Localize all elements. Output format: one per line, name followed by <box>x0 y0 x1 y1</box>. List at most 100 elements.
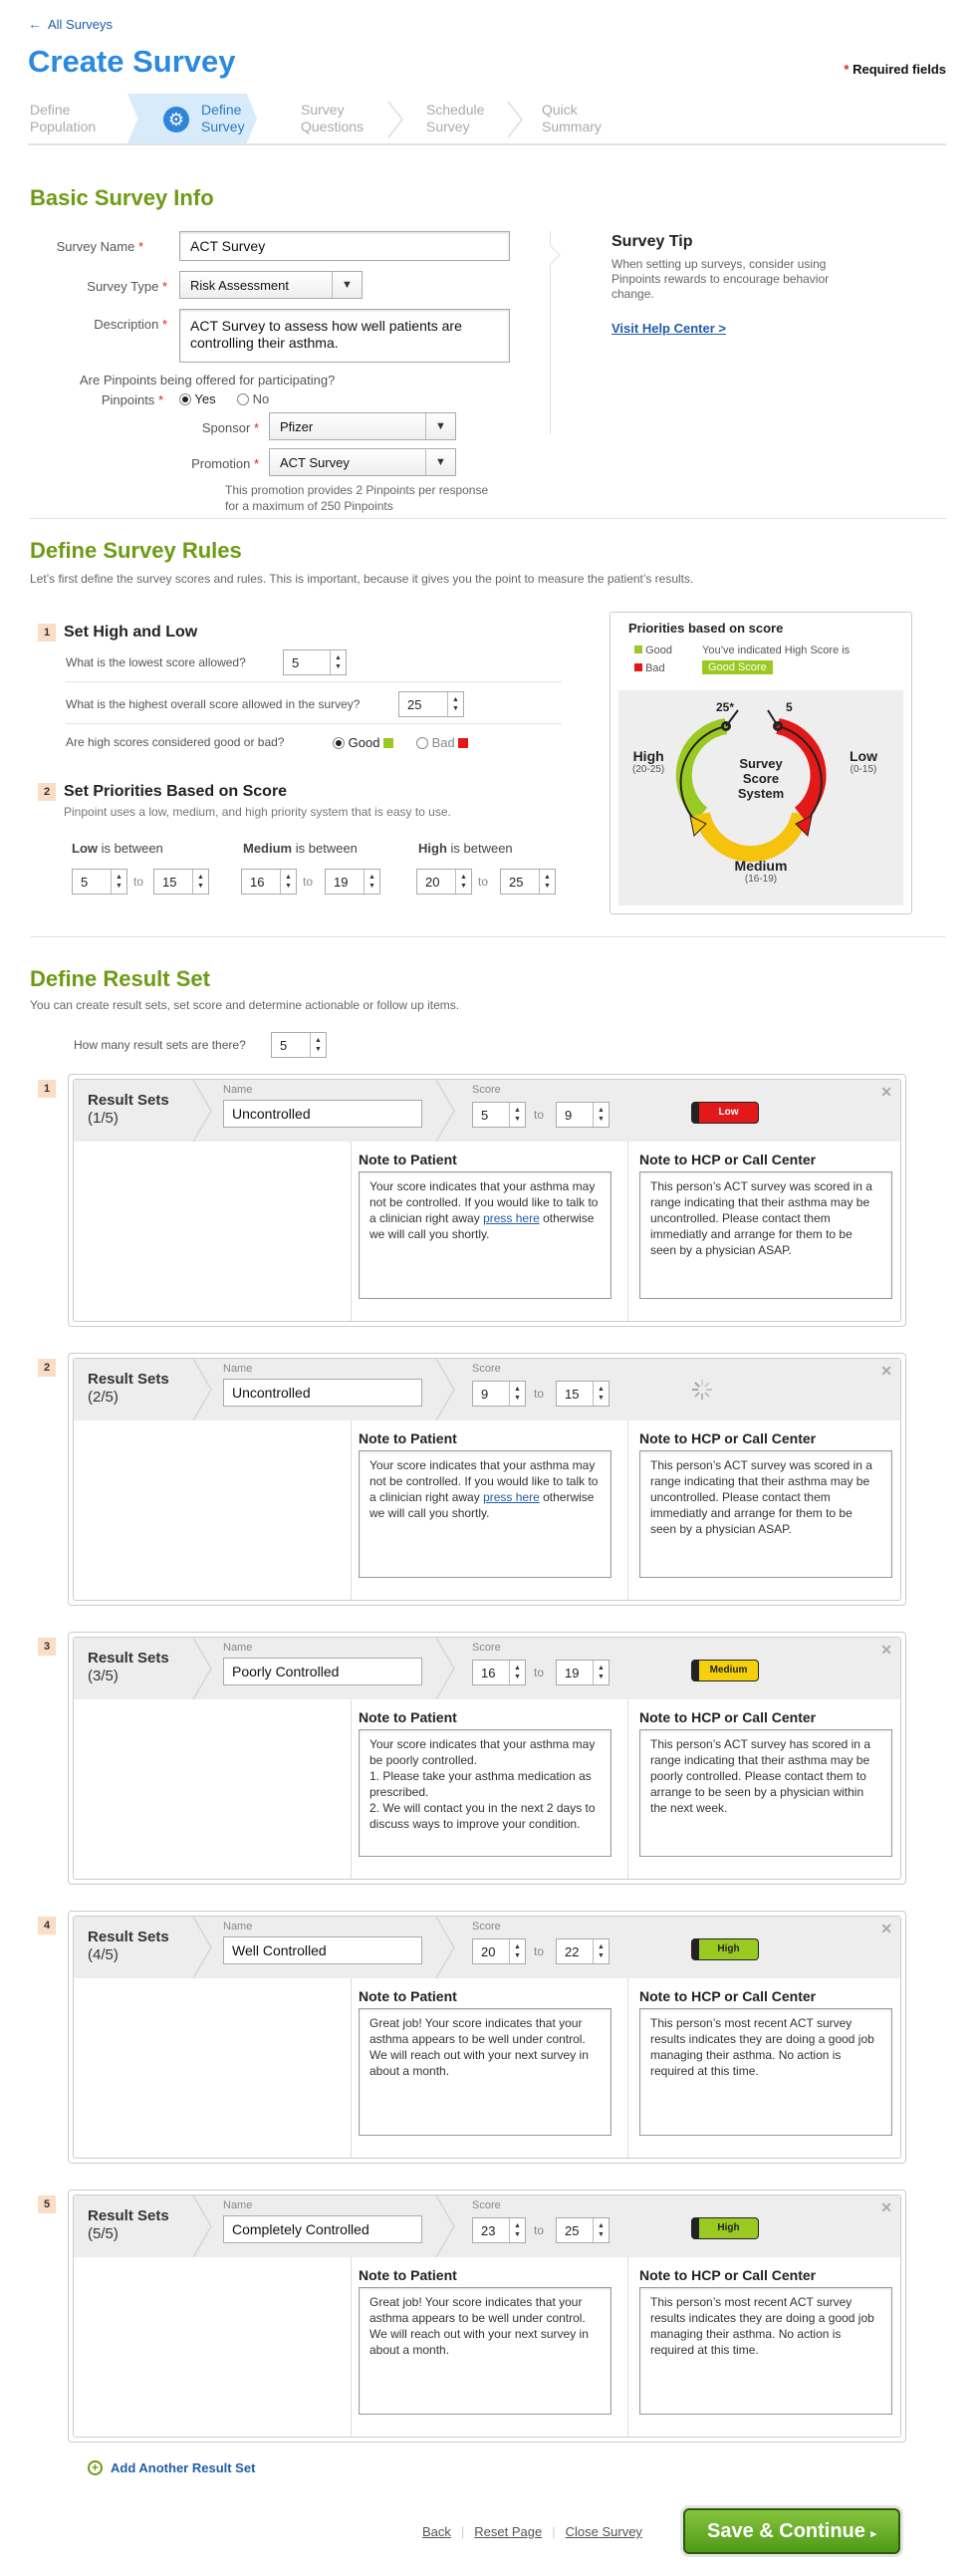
medium-range-label: Medium is between <box>243 841 358 856</box>
stepper-arrows-icon: ▲ ▼ <box>509 1382 525 1406</box>
ring-top-left-label: 25* <box>716 700 735 714</box>
result-set-card: Result Sets (5/5) Name Completely Controlle… <box>68 2190 906 2443</box>
hcp-note-textarea[interactable]: This person’s most recent ACT survey res… <box>639 2287 892 2415</box>
score-to-stepper[interactable]: 9 ▲ ▼ <box>556 1102 610 1128</box>
result-set-number: 1 <box>38 1080 56 1098</box>
press-here-link[interactable]: press here <box>483 1211 540 1225</box>
priority-badge: Low <box>691 1102 759 1124</box>
visit-help-center-link[interactable]: Visit Help Center > <box>611 321 726 336</box>
note-to-hcp-heading: Note to HCP or Call Center <box>639 1152 817 1167</box>
score-from-stepper[interactable]: 9 ▲ ▼ <box>472 1381 526 1407</box>
result-set-name-input[interactable]: Completely Controlled <box>223 2215 422 2243</box>
result-set-header: Result Sets (3/5) Name Poorly Controlled Sco… <box>74 1638 900 1699</box>
column-divider <box>627 1699 628 1879</box>
lowest-score-question: What is the lowest score allowed? <box>66 655 246 669</box>
stepper-arrows-icon: ▲ ▼ <box>455 870 471 894</box>
reset-page-link[interactable]: Reset Page <box>474 2524 542 2539</box>
required-fields-note: * Required fields <box>844 62 946 77</box>
all-surveys-link[interactable]: ← All Surveys <box>28 16 113 32</box>
patient-note-textarea[interactable]: Your score indicates that your asthma ma… <box>359 1729 611 1857</box>
result-set-header: Result Sets (2/5) Name Uncontrolled Score 9 ▲ ▼… <box>74 1359 900 1420</box>
score-to-stepper[interactable]: 25 ▲ ▼ <box>556 2217 610 2243</box>
step-define-survey[interactable]: ⚙ Define Survey <box>127 94 257 143</box>
patient-note-textarea[interactable]: Your score indicates that your asthma ma… <box>359 1171 611 1299</box>
hcp-note-textarea[interactable]: This person’s ACT survey was scored in a… <box>639 1171 892 1299</box>
score-field-label: Score <box>472 1363 501 1375</box>
hcp-note-textarea[interactable]: This person’s most recent ACT survey res… <box>639 2008 892 2136</box>
result-set-card: Result Sets (2/5) Name Uncontrolled Score 9 ▲ ▼… <box>68 1353 906 1606</box>
low-from-stepper[interactable]: 5 ▲ ▼ <box>72 869 127 895</box>
survey-name-input[interactable]: ACT Survey <box>179 231 510 261</box>
result-set-number: 5 <box>38 2195 56 2213</box>
result-set-name-input[interactable]: Poorly Controlled <box>223 1658 422 1685</box>
hcp-note-textarea[interactable]: This person’s ACT survey has scored in a… <box>639 1729 892 1857</box>
result-set-fraction: (3/5) <box>88 1668 119 1684</box>
add-result-set-link[interactable]: + Add Another Result Set <box>88 2460 255 2475</box>
column-divider <box>351 1699 352 1879</box>
description-textarea[interactable]: ACT Survey to assess how well patients a… <box>179 309 510 363</box>
close-icon[interactable]: ✕ <box>880 1921 892 1937</box>
bad-radio[interactable]: Bad <box>416 735 469 750</box>
result-set-fraction: (5/5) <box>88 2225 119 2242</box>
back-link[interactable]: Back <box>422 2524 451 2539</box>
result-count-stepper[interactable]: 5 ▲ ▼ <box>271 1032 327 1058</box>
to-label: to <box>133 875 144 889</box>
name-field-label: Name <box>223 1084 253 1096</box>
close-icon[interactable]: ✕ <box>880 1084 892 1101</box>
header-chevron-icon <box>192 1638 212 1699</box>
score-field-label: Score <box>472 1084 501 1096</box>
score-field-label: Score <box>472 1921 501 1932</box>
close-icon[interactable]: ✕ <box>880 2199 892 2216</box>
highest-score-stepper[interactable]: 25 ▲ ▼ <box>398 691 464 717</box>
promotion-select[interactable]: ACT Survey ▼ <box>269 448 456 476</box>
sponsor-select[interactable]: Pfizer ▼ <box>269 412 456 440</box>
result-set-name-input[interactable]: Uncontrolled <box>223 1379 422 1407</box>
medium-from-stepper[interactable]: 16 ▲ ▼ <box>241 869 297 895</box>
close-icon[interactable]: ✕ <box>880 1363 892 1380</box>
loading-spinner-icon <box>692 1380 712 1400</box>
close-icon[interactable]: ✕ <box>880 1642 892 1659</box>
step-define-population[interactable]: Define Population <box>30 94 120 143</box>
gear-icon: ⚙ <box>163 107 189 132</box>
medium-to-stepper[interactable]: 19 ▲ ▼ <box>325 869 380 895</box>
to-label: to <box>534 1944 545 1958</box>
lowest-score-stepper[interactable]: 5 ▲ ▼ <box>283 649 347 675</box>
score-from-stepper[interactable]: 16 ▲ ▼ <box>472 1660 526 1685</box>
result-set-name-input[interactable]: Uncontrolled <box>223 1100 422 1128</box>
column-divider <box>627 2257 628 2437</box>
low-to-stepper[interactable]: 15 ▲ ▼ <box>153 869 209 895</box>
score-to-stepper[interactable]: 19 ▲ ▼ <box>556 1660 610 1685</box>
step-quick-summary[interactable]: Quick Summary <box>542 94 641 143</box>
pinpoints-yes-radio[interactable]: Yes <box>179 391 216 406</box>
header-chevron-icon <box>192 2195 212 2257</box>
pinpoints-no-radio[interactable]: No <box>237 391 269 406</box>
set-high-low-heading: Set High and Low <box>64 624 198 641</box>
score-from-stepper[interactable]: 20 ▲ ▼ <box>472 1938 526 1964</box>
high-zone-label: High (20-25) <box>632 748 665 775</box>
high-from-stepper[interactable]: 20 ▲ ▼ <box>416 869 472 895</box>
score-from-stepper[interactable]: 23 ▲ ▼ <box>472 2217 526 2243</box>
press-here-link[interactable]: press here <box>483 1490 540 1504</box>
score-from-stepper[interactable]: 5 ▲ ▼ <box>472 1102 526 1128</box>
good-radio[interactable]: Good <box>333 735 394 750</box>
score-to-stepper[interactable]: 15 ▲ ▼ <box>556 1381 610 1407</box>
name-field-label: Name <box>223 1642 253 1654</box>
stepper-arrows-icon: ▲ ▼ <box>192 870 208 894</box>
how-many-question: How many result sets are there? <box>74 1038 246 1052</box>
score-system-graphic: 25* 5 Survey Score System High (20-25) Low(… <box>618 690 903 905</box>
close-survey-link[interactable]: Close Survey <box>566 2524 642 2539</box>
score-to-stepper[interactable]: 22 ▲ ▼ <box>556 1938 610 1964</box>
high-to-stepper[interactable]: 25 ▲ ▼ <box>500 869 556 895</box>
tip-pointer-icon <box>550 245 561 265</box>
stepper-arrows-icon: ▲ ▼ <box>593 1103 609 1127</box>
name-field-label: Name <box>223 1921 253 1932</box>
patient-note-textarea[interactable]: Great job! Your score indicates that you… <box>359 2287 611 2415</box>
patient-note-textarea[interactable]: Your score indicates that your asthma ma… <box>359 1450 611 1578</box>
result-set-name-input[interactable]: Well Controlled <box>223 1936 422 1964</box>
wizard-steps: Define Population ⚙ Define Survey Survey Qu… <box>28 94 946 145</box>
hcp-note-textarea[interactable]: This person’s ACT survey was scored in a… <box>639 1450 892 1578</box>
save-continue-button[interactable]: Save & Continue ▸ <box>683 2508 900 2554</box>
patient-note-textarea[interactable]: Great job! Your score indicates that you… <box>359 2008 611 2136</box>
survey-type-select[interactable]: Risk Assessment ▼ <box>179 271 363 299</box>
promotion-note: This promotion provides 2 Pinpoints per … <box>225 483 489 513</box>
